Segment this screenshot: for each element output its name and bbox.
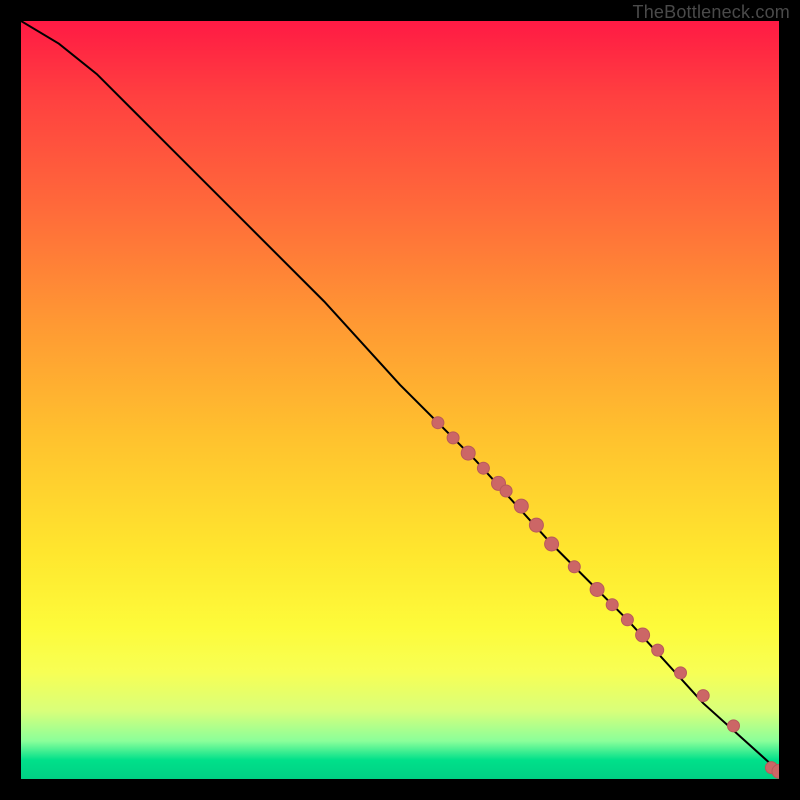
data-point	[568, 561, 580, 573]
trend-curve	[21, 21, 779, 771]
data-point	[461, 446, 475, 460]
data-point	[447, 432, 459, 444]
data-point	[675, 667, 687, 679]
data-point	[590, 583, 604, 597]
data-point	[545, 537, 559, 551]
chart-area	[21, 21, 779, 779]
data-point	[514, 499, 528, 513]
chart-overlay	[21, 21, 779, 779]
data-point	[652, 644, 664, 656]
data-point	[529, 518, 543, 532]
data-point	[697, 690, 709, 702]
data-point	[477, 462, 489, 474]
data-point	[728, 720, 740, 732]
data-point	[621, 614, 633, 626]
data-point	[432, 417, 444, 429]
data-point	[636, 628, 650, 642]
data-point	[500, 485, 512, 497]
data-point	[606, 599, 618, 611]
attribution-text: TheBottleneck.com	[633, 2, 790, 23]
